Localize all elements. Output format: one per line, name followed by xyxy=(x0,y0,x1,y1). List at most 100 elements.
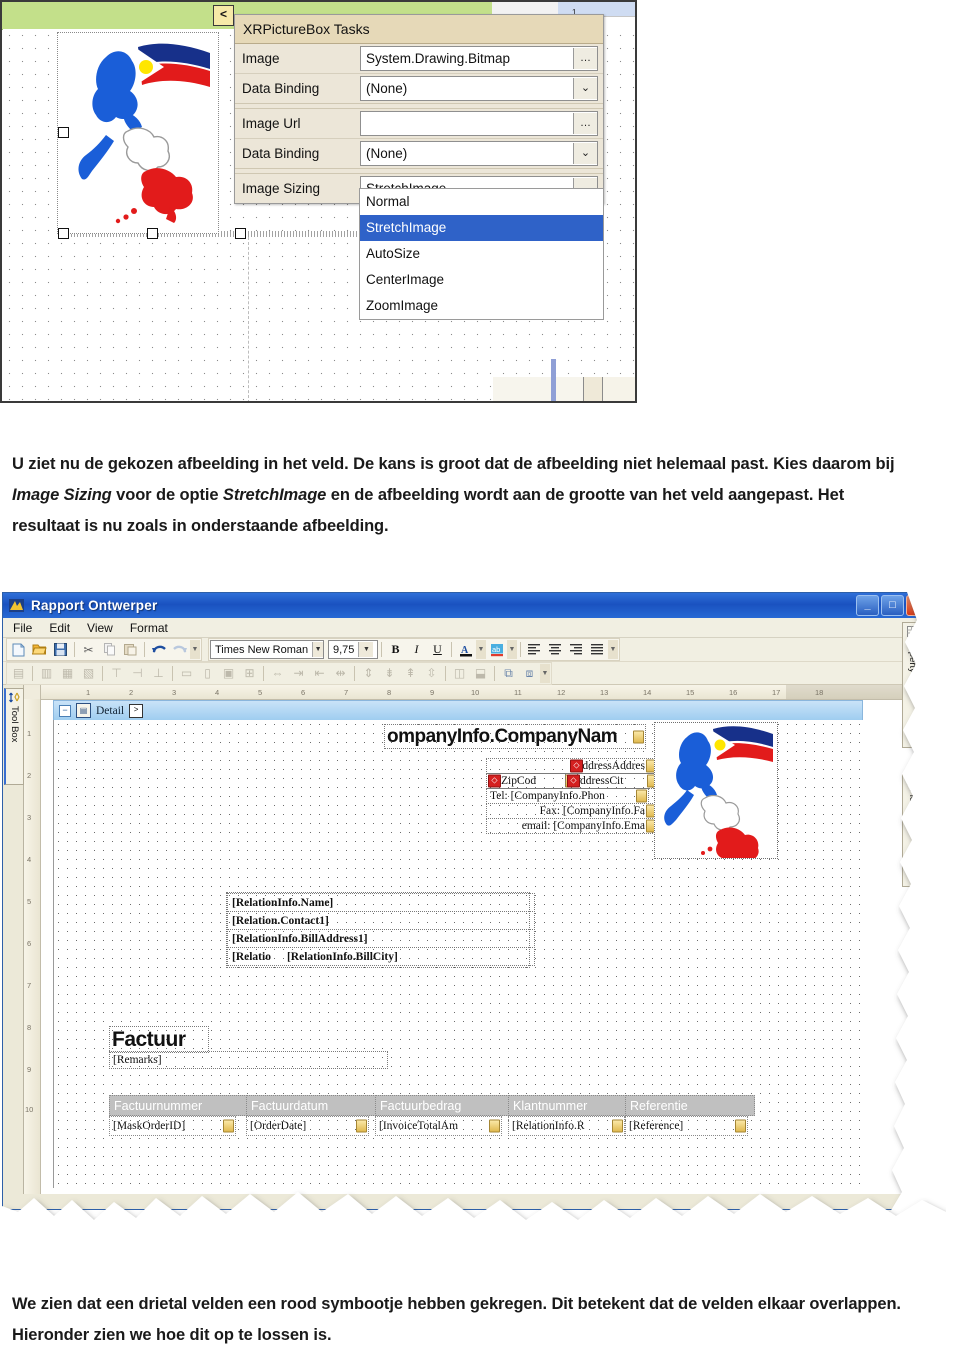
report-canvas[interactable]: − ▤ Detail > ompanyInfo.CompanyNam ◇ ddr… xyxy=(41,700,921,1194)
align-left-icon[interactable] xyxy=(524,640,545,659)
make-vertical-spacing-equal-icon: ⇕ xyxy=(363,666,374,680)
menu-item-file[interactable]: File xyxy=(13,621,32,635)
resize-handle-bottom-left[interactable] xyxy=(58,228,69,239)
table-header-referentie[interactable]: Referentie xyxy=(625,1095,755,1116)
tab-property-grid[interactable]: Property Grid xyxy=(902,622,923,748)
popup-control-data-binding-2[interactable]: (None) ⌄ xyxy=(360,141,598,166)
menu-item-view[interactable]: View xyxy=(87,621,113,635)
detail-band-header[interactable]: − ▤ Detail > xyxy=(53,700,863,721)
table-cell-maskorderid[interactable]: [MaskOrderID] xyxy=(109,1116,236,1136)
dropdown-option-autosize[interactable]: AutoSize xyxy=(360,241,603,267)
toolbar-overflow-chevron-2[interactable]: ▼ xyxy=(608,640,618,659)
align-right-icon[interactable] xyxy=(566,640,587,659)
font-name-combobox[interactable]: Times New Roman ▼ xyxy=(210,640,324,659)
scrollbar-thumb[interactable] xyxy=(922,989,933,1009)
dropdown-option-normal[interactable]: Normal xyxy=(360,189,603,215)
redo-icon xyxy=(169,640,190,659)
ellipsis-icon-image[interactable]: … xyxy=(573,48,597,69)
tab-field-list[interactable]: Field List xyxy=(902,774,923,887)
font-color-chevron-down-icon[interactable]: ▼ xyxy=(476,640,486,659)
field-company-name[interactable]: ompanyInfo.CompanyNam xyxy=(384,724,646,749)
align-center-icon[interactable] xyxy=(545,640,566,659)
field-remarks[interactable]: [Remarks] xyxy=(109,1051,388,1069)
resize-handle-bottom-center[interactable] xyxy=(147,228,158,239)
font-size-chevron-down-icon[interactable]: ▼ xyxy=(358,642,374,657)
smart-tag-button[interactable]: < xyxy=(213,5,234,26)
toolbar-group-file: ✂ ▼ xyxy=(6,638,202,661)
field-relation-contact[interactable]: [Relation.Contact1] xyxy=(227,911,535,930)
minimize-button[interactable]: _ xyxy=(856,595,879,616)
field-fax[interactable]: Fax: [CompanyInfo.Fa xyxy=(486,803,659,819)
highlight-icon[interactable]: ab xyxy=(486,640,507,659)
resize-handle-bottom-right[interactable] xyxy=(235,228,246,239)
tab-tool-box[interactable]: Tool Box xyxy=(4,688,24,785)
field-city[interactable]: ◇ ddressCit xyxy=(565,773,660,789)
ellipsis-icon-image-url[interactable]: … xyxy=(573,113,597,134)
italic-button[interactable]: I xyxy=(406,640,427,659)
field-telephone[interactable]: Tel: [CompanyInfo.Phon xyxy=(486,788,649,804)
field-relation-billcity[interactable]: [Relatio [RelationInfo.BillCity] xyxy=(227,947,535,966)
xrpicturebox-field[interactable] xyxy=(57,32,219,234)
underline-button[interactable]: U xyxy=(427,640,448,659)
new-document-icon[interactable] xyxy=(8,640,29,659)
font-name-chevron-down-icon[interactable]: ▼ xyxy=(312,642,323,657)
field-logo-picturebox[interactable] xyxy=(654,722,778,865)
table-header-factuurnummer[interactable]: Factuurnummer xyxy=(109,1095,251,1116)
design-surface[interactable]: 1 2 3 4 5 6 7 8 9 10 11 12 13 14 15 16 1 xyxy=(24,685,933,1194)
dropdown-option-stretchimage[interactable]: StretchImage xyxy=(360,215,603,241)
table-cell-relationnumber-text: [RelationInfo.R xyxy=(512,1120,585,1132)
menu-item-edit[interactable]: Edit xyxy=(49,621,70,635)
field-relation-name-text: [RelationInfo.Name] xyxy=(232,896,334,909)
field-address[interactable]: ◇ ddressAddres xyxy=(486,758,659,774)
maximize-button[interactable]: □ xyxy=(881,595,904,616)
detail-band-surface[interactable]: ompanyInfo.CompanyNam ◇ ddressAddres ◇ Z… xyxy=(53,720,863,1188)
font-size-combobox[interactable]: 9,75 ▼ xyxy=(328,640,378,659)
undo-icon[interactable] xyxy=(148,640,169,659)
table-header-factuurbedrag[interactable]: Factuurbedrag xyxy=(375,1095,513,1116)
resize-handle-left-middle[interactable] xyxy=(58,127,69,138)
toolbar-overflow-chevron-1[interactable]: ▼ xyxy=(190,640,200,659)
popup-row-data-binding-1: Data Binding (None) ⌄ xyxy=(235,74,603,103)
table-header-klantnummer[interactable]: Klantnummer xyxy=(508,1095,630,1116)
chevron-down-icon-data-binding-2[interactable]: ⌄ xyxy=(573,143,597,164)
highlight-chevron-down-icon[interactable]: ▼ xyxy=(507,640,517,659)
field-company-name-binding-icon xyxy=(633,730,644,743)
table-cell-relationnumber-binding-icon xyxy=(612,1119,623,1133)
layout-separator-6 xyxy=(445,665,446,681)
field-relation-name[interactable]: [RelationInfo.Name] xyxy=(227,893,535,912)
send-to-back-icon[interactable]: ⧈ xyxy=(519,664,540,683)
menu-item-format[interactable]: Format xyxy=(130,621,168,635)
table-cell-reference-text: [Reference] xyxy=(629,1120,684,1132)
field-relation-billaddress[interactable]: [RelationInfo.BillAddress1] xyxy=(227,929,535,948)
bring-to-front-icon[interactable]: ⧉ xyxy=(498,664,519,683)
dropdown-option-zoomimage[interactable]: ZoomImage xyxy=(360,293,603,319)
table-cell-orderdate[interactable]: [OrderDate] xyxy=(246,1116,369,1136)
popup-control-image-url[interactable]: … xyxy=(360,111,598,136)
collapse-icon[interactable]: − xyxy=(59,704,71,717)
open-folder-icon[interactable] xyxy=(29,640,50,659)
layout-separator-3 xyxy=(172,665,173,681)
table-cell-relationnumber[interactable]: [RelationInfo.R xyxy=(508,1116,625,1136)
v-ruler-tick-3: 3 xyxy=(27,813,32,822)
relation-info-group: [RelationInfo.Name] [Relation.Contact1] … xyxy=(226,892,535,968)
chevron-down-icon-data-binding-1[interactable]: ⌄ xyxy=(573,78,597,99)
bold-button[interactable]: B xyxy=(385,640,406,659)
h-ruler-tick-17: 17 xyxy=(772,688,781,697)
toolbar-overflow-chevron-3[interactable]: ▼ xyxy=(540,663,550,683)
image-sizing-dropdown-list[interactable]: Normal StretchImage AutoSize CenterImage… xyxy=(359,188,604,320)
detail-band-label: Detail xyxy=(96,704,125,717)
align-justify-icon[interactable] xyxy=(587,640,608,659)
popup-control-data-binding-1[interactable]: (None) ⌄ xyxy=(360,76,598,101)
field-email[interactable]: email: [CompanyInfo.Ema xyxy=(486,818,659,834)
band-smart-tag-icon[interactable]: > xyxy=(129,703,144,718)
field-invoice-title[interactable]: Factuur xyxy=(109,1026,209,1053)
popup-control-image[interactable]: System.Drawing.Bitmap … xyxy=(360,46,598,71)
toolbox-icon xyxy=(9,692,20,703)
table-header-factuurdatum[interactable]: Factuurdatum xyxy=(246,1095,380,1116)
bottom-strip-seg-2 xyxy=(584,377,603,401)
table-cell-reference[interactable]: [Reference] xyxy=(625,1116,748,1136)
dropdown-option-centerimage[interactable]: CenterImage xyxy=(360,267,603,293)
table-cell-invoicetotal[interactable]: [InvoiceTotalAm xyxy=(375,1116,502,1136)
save-icon[interactable] xyxy=(50,640,71,659)
font-color-icon[interactable]: A xyxy=(455,640,476,659)
